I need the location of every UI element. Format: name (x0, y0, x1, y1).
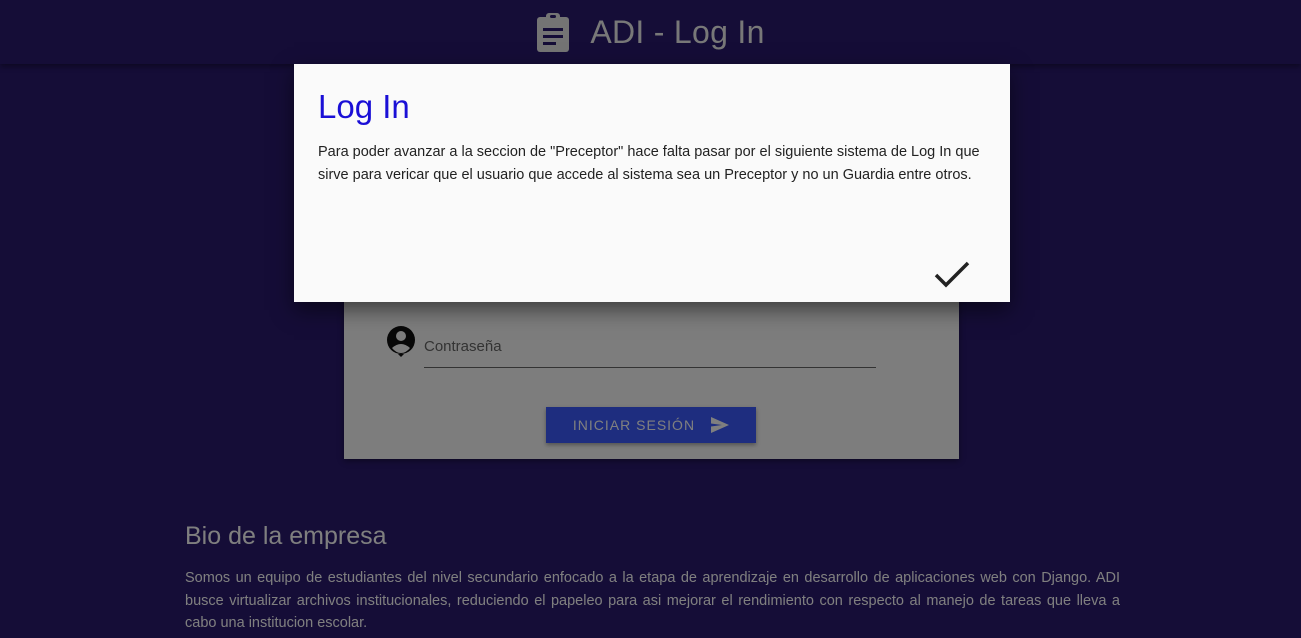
check-icon (934, 261, 970, 292)
modal-body: Para poder avanzar a la seccion de "Prec… (318, 144, 980, 183)
modal-title: Log In (318, 88, 410, 125)
modal-confirm-button[interactable] (930, 256, 974, 296)
login-info-modal: Log In Para poder avanzar a la seccion d… (294, 64, 1010, 302)
